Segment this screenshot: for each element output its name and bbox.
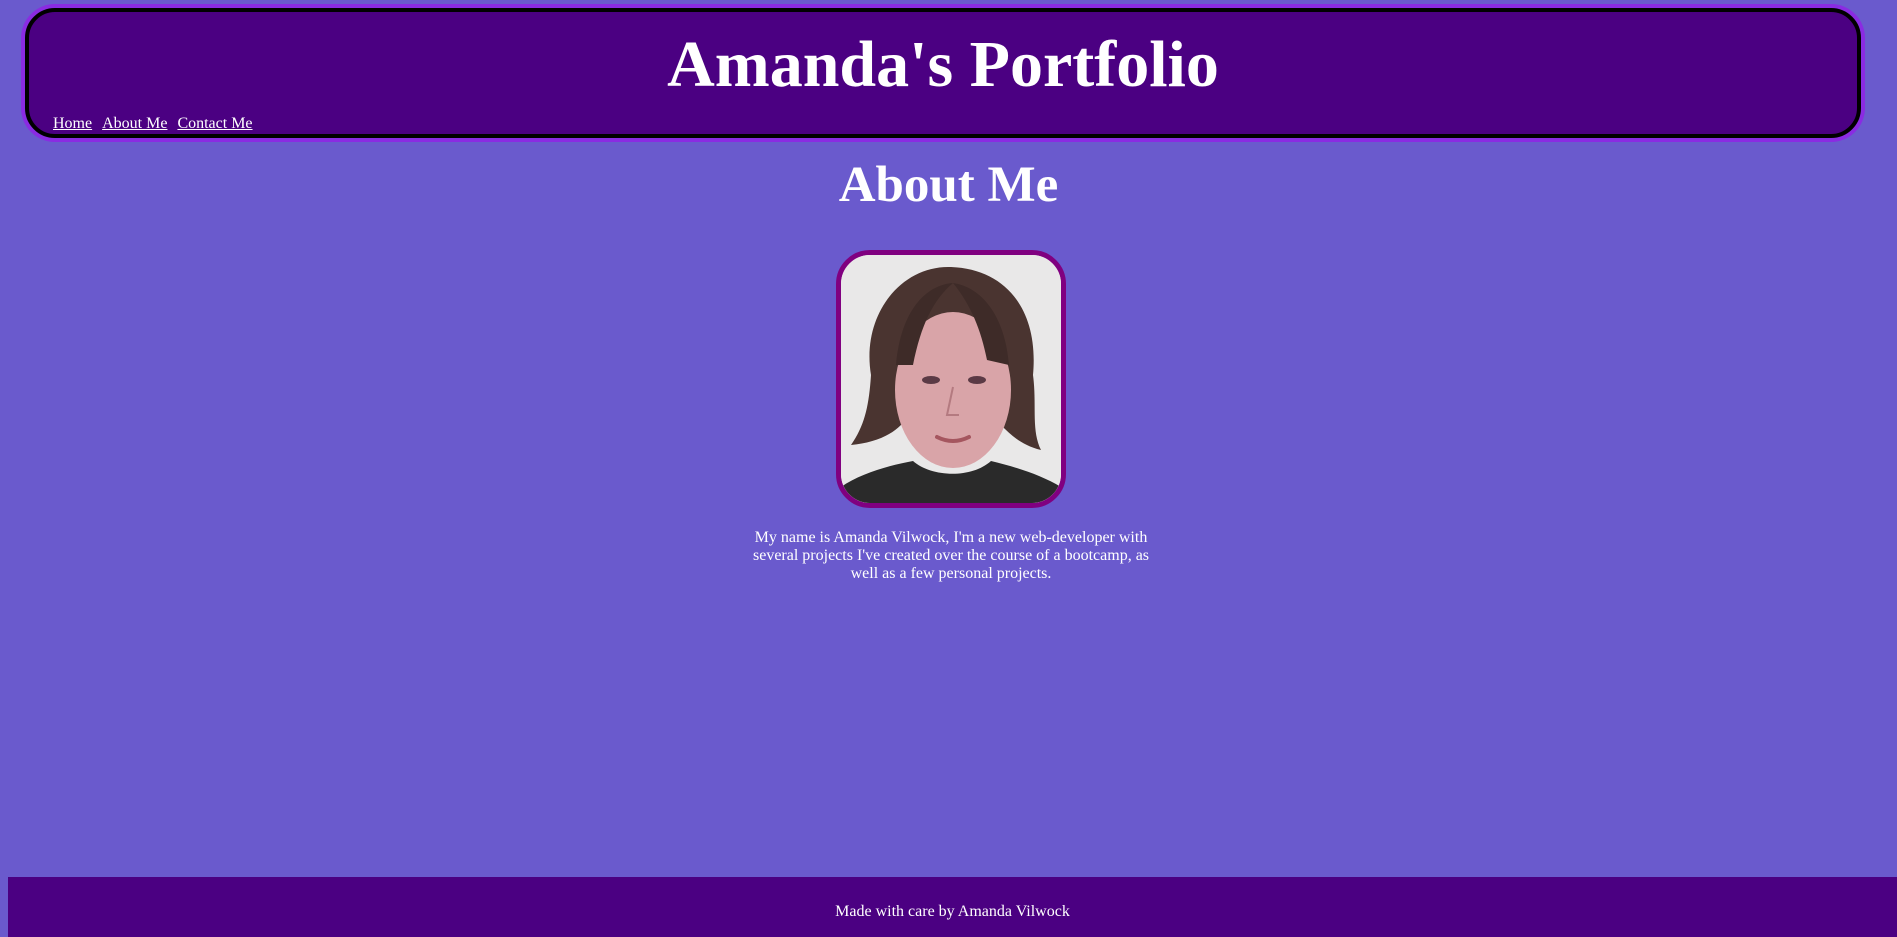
nav-link-about-me[interactable]: About Me — [102, 115, 167, 133]
nav-link-home[interactable]: Home — [53, 115, 92, 133]
site-header: Amanda's Portfolio Home About Me Contact… — [25, 8, 1861, 138]
bio-text: My name is Amanda Vilwock, I'm a new web… — [752, 529, 1150, 582]
profile-photo-illustration — [841, 255, 1061, 503]
profile-photo — [836, 250, 1066, 508]
main-nav: Home About Me Contact Me — [53, 115, 253, 133]
site-title: Amanda's Portfolio — [667, 28, 1219, 101]
site-footer: Made with care by Amanda Vilwock — [8, 877, 1897, 937]
page-title: About Me — [838, 157, 1059, 213]
footer-text: Made with care by Amanda Vilwock — [835, 903, 1070, 920]
nav-link-contact-me[interactable]: Contact Me — [177, 115, 252, 133]
